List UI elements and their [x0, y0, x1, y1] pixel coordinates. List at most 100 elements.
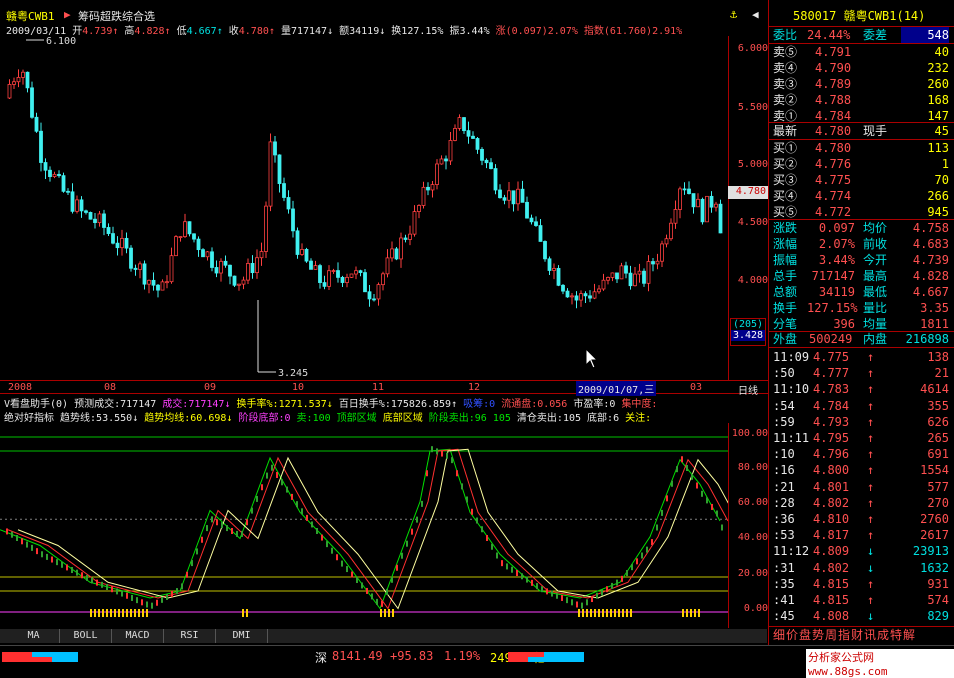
- tick-direction-icon: ↑: [867, 479, 875, 494]
- signal-tick: [122, 609, 124, 617]
- close-label: 收: [228, 26, 239, 37]
- ind-bar: [176, 588, 178, 595]
- ind-bar: [186, 571, 188, 578]
- quote-line: 2009/03/11 开4.739↑ 高4.828↑ 低4.667↑ 收4.78…: [6, 22, 682, 37]
- date-tick: 09: [204, 382, 217, 393]
- candle-body: [228, 264, 232, 277]
- period-label[interactable]: 日线: [738, 382, 758, 397]
- ind-bar: [136, 597, 138, 604]
- candle-body: [570, 295, 574, 298]
- candle-body: [277, 154, 282, 184]
- signal-tick: [606, 609, 608, 617]
- tab-rsi[interactable]: RSI: [164, 629, 216, 643]
- close-chart-icon[interactable]: ◀: [752, 8, 759, 21]
- ind-bar: [676, 466, 678, 473]
- candle-body: [709, 195, 714, 208]
- candle-body: [273, 141, 277, 156]
- ask-qty: 260: [927, 77, 949, 91]
- ind-bar: [76, 569, 78, 576]
- stat-label: 振幅: [773, 253, 798, 267]
- ind-bar: [446, 452, 448, 459]
- signal-tick: [126, 609, 128, 617]
- candle-body: [628, 272, 633, 287]
- stat-value: 4.739: [912, 253, 949, 267]
- tick-row: 11:09 4.775 ↑ 138: [769, 349, 954, 365]
- ind-bar: [46, 553, 48, 560]
- ind-bar: [321, 534, 323, 541]
- stat-label: 换手: [773, 301, 798, 315]
- candle-body: [340, 276, 345, 283]
- candle-body: [394, 248, 399, 260]
- signal-tick: [102, 609, 104, 617]
- candle-body: [223, 260, 228, 266]
- ind-bar: [206, 525, 208, 532]
- stat-row: 振幅 3.44% 今开 4.739: [769, 252, 954, 268]
- indicator-chart[interactable]: [0, 423, 728, 628]
- tab-boll[interactable]: BOLL: [60, 629, 112, 643]
- stat-value: 4.828: [912, 269, 949, 283]
- ask-price: 4.790: [815, 61, 852, 75]
- candle-body: [151, 279, 156, 286]
- tick-price: 4.795: [813, 431, 850, 445]
- signal-tick: [98, 609, 100, 617]
- sz-label: 深: [315, 651, 328, 665]
- tick-time: :45: [773, 609, 795, 624]
- ind-bar: [126, 592, 128, 599]
- candle-body: [669, 222, 673, 240]
- tab-dmi[interactable]: DMI: [216, 629, 268, 643]
- candle-body: [597, 288, 601, 293]
- candle-body: [160, 281, 165, 291]
- candle-body: [300, 249, 304, 255]
- ind-bar: [301, 508, 303, 515]
- candle-body: [637, 270, 642, 275]
- tick-price: 4.793: [813, 414, 850, 429]
- signal-tick: [594, 609, 596, 617]
- candle-body: [318, 265, 322, 283]
- tick-row: :45 4.808 ↓ 829: [769, 608, 954, 624]
- tick-direction-icon: ↓: [867, 560, 875, 575]
- ind-bar: [571, 599, 573, 606]
- tick-qty: 691: [927, 447, 949, 462]
- candle-body: [21, 71, 25, 78]
- ind-bar: [191, 560, 193, 567]
- signal-tick: [246, 609, 248, 617]
- ind-bar: [681, 456, 683, 463]
- stat-value: 396: [833, 317, 855, 331]
- tick-row: :21 4.801 ↑ 577: [769, 479, 954, 495]
- market-bar-left: [2, 652, 78, 662]
- candle-body: [651, 261, 655, 265]
- ind-bar: [26, 541, 28, 548]
- date-tick: 11: [372, 382, 385, 393]
- panel-tab-labels[interactable]: 细价盘势周指财讯成特解: [773, 627, 916, 643]
- down-arrow-icon: ↓: [379, 26, 386, 37]
- tab-ma[interactable]: MA: [8, 629, 60, 643]
- candle-body: [349, 273, 354, 278]
- pin-icon[interactable]: ⚓: [730, 7, 737, 21]
- candle-body: [390, 248, 394, 259]
- tab-macd[interactable]: MACD: [112, 629, 164, 643]
- candle-body: [556, 267, 561, 286]
- ind-bar: [181, 583, 183, 590]
- stat-value: 3.44%: [818, 253, 855, 267]
- ind-bar: [631, 564, 633, 571]
- ind-bar: [436, 448, 438, 455]
- signal-tick: [602, 609, 604, 617]
- ind-bar: [331, 547, 333, 554]
- candle-body: [678, 188, 682, 210]
- ind-bar: [341, 560, 343, 567]
- panel-bottom-tabs[interactable]: 细价盘势周指财讯成特解: [769, 626, 954, 642]
- side-tag: (205) 3.428: [730, 318, 766, 346]
- stat-value: 4.683: [912, 237, 949, 251]
- ind-bar: [691, 473, 693, 480]
- chg-label: 涨: [495, 26, 506, 37]
- candle-body: [286, 197, 291, 210]
- ind-bar: [351, 571, 353, 578]
- stat-row: 总手 717147 最高 4.828: [769, 268, 954, 284]
- stat-value: 717147: [811, 269, 855, 283]
- ind-tick: 0.00: [743, 603, 768, 614]
- candle-body: [201, 249, 205, 258]
- ind-bar: [361, 582, 363, 589]
- up-arrow-icon: ↑: [268, 26, 275, 37]
- candlestick-chart[interactable]: 6.100 3.245: [0, 0, 728, 380]
- date-tick: 12: [468, 382, 481, 393]
